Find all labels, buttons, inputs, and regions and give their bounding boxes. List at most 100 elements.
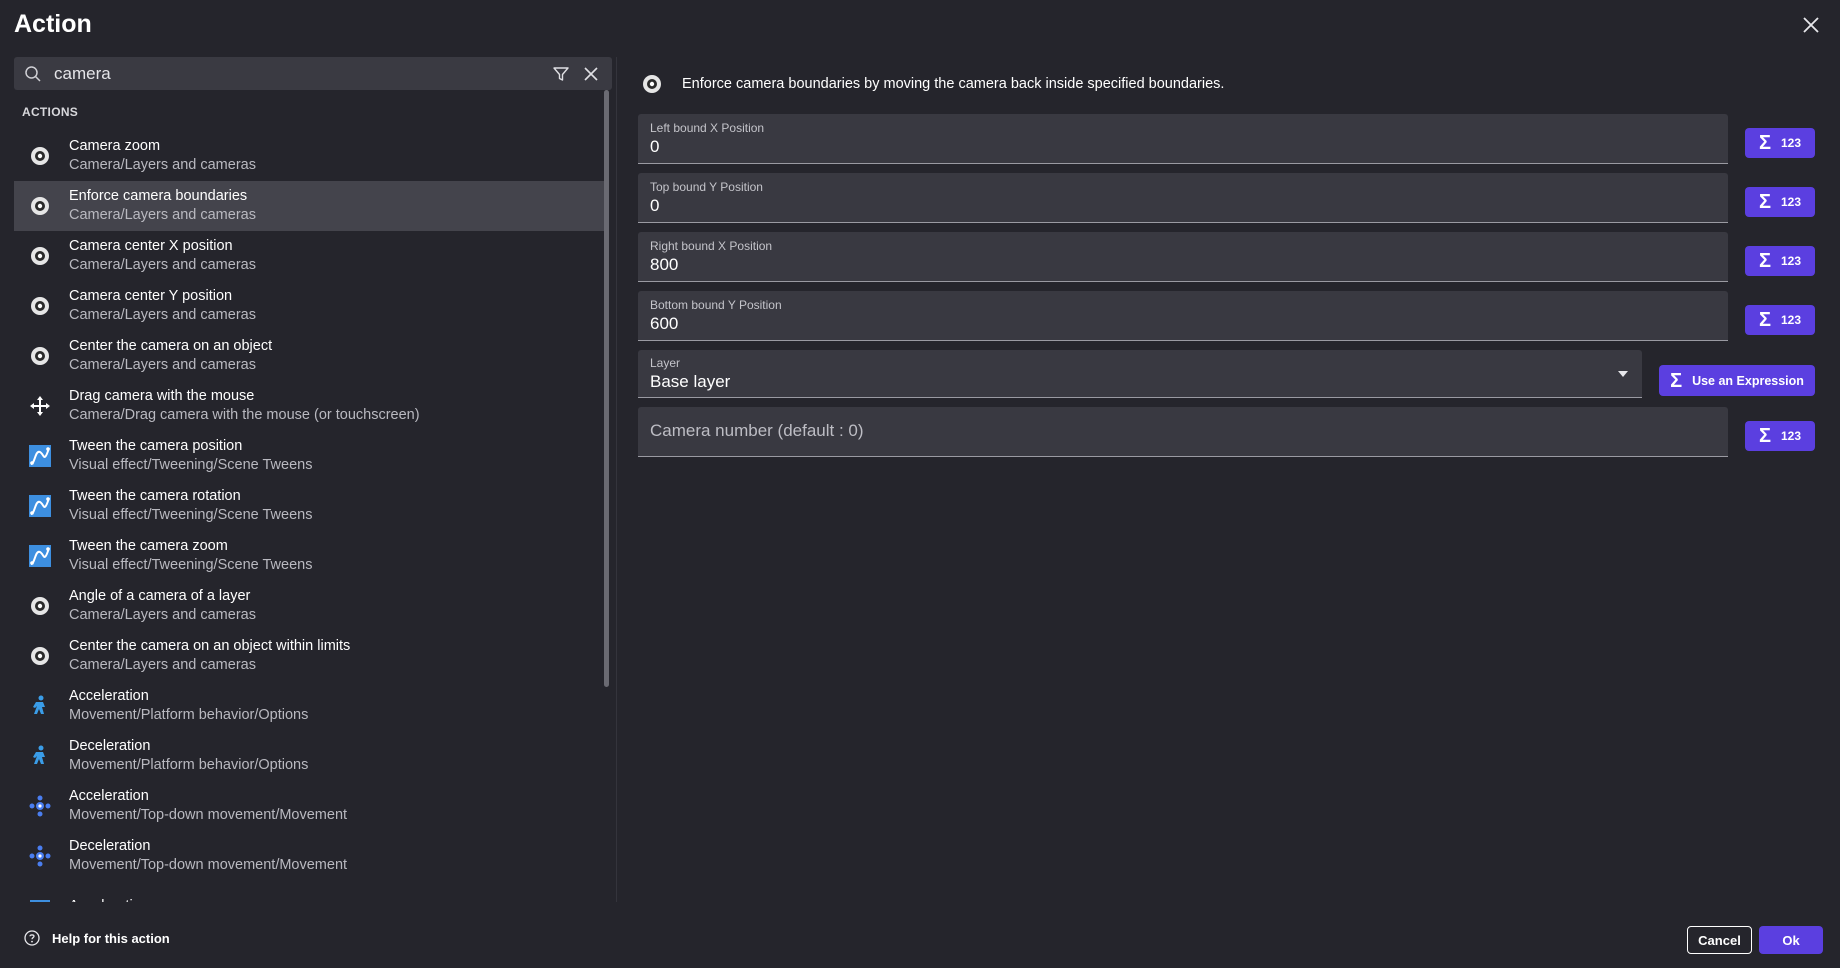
action-description: Enforce camera boundaries by moving the … — [640, 72, 1224, 96]
ok-button[interactable]: Ok — [1759, 926, 1823, 954]
list-item[interactable]: Tween the camera zoom Visual effect/Tween… — [14, 531, 604, 581]
list-item-text: Tween the camera zoom Visual effect/Tween… — [69, 537, 312, 575]
platformer-icon — [33, 745, 45, 764]
list-item-title: Acceleration — [69, 897, 149, 903]
param-input[interactable] — [650, 255, 1710, 275]
list-item-text: Camera zoom Camera/Layers and cameras — [69, 137, 256, 175]
sigma-icon: Σ — [1758, 132, 1771, 154]
list-item-path: Camera/Layers and cameras — [69, 357, 256, 373]
list-item[interactable]: Camera center X position Camera/Layers an… — [14, 231, 604, 281]
list-item-title: Angle of a camera of a layer — [69, 588, 251, 604]
list-item-title: Enforce camera boundaries — [69, 188, 248, 204]
list-item-path: Movement/Platform behavior/Options — [69, 707, 309, 723]
list-item-text: Tween the camera position Visual effect/T… — [69, 437, 312, 475]
help-label: Help for this action — [52, 930, 170, 946]
list-item[interactable]: Tween the camera position Visual effect/T… — [14, 431, 604, 481]
list-item[interactable]: Tween the camera rotation Visual effect/T… — [14, 481, 604, 531]
list-item-text: Camera center Y position Camera/Layers an… — [69, 287, 256, 325]
param-input[interactable] — [650, 314, 1710, 334]
param-input[interactable] — [650, 137, 1710, 157]
drag-arrows-icon — [30, 396, 50, 416]
help-link[interactable]: Help for this action — [24, 930, 170, 946]
param-label: Left bound X Position — [650, 121, 765, 135]
param-field[interactable]: Top bound Y Position — [638, 173, 1728, 223]
list-item-text: Acceleration — [69, 897, 149, 903]
topdown-icon — [29, 845, 51, 867]
section-label-actions: ACTIONS — [22, 105, 79, 119]
list-item-text: Deceleration Movement/Platform behavior/O… — [69, 737, 308, 775]
list-item[interactable]: Acceleration — [14, 881, 604, 902]
param-field[interactable]: Bottom bound Y Position — [638, 291, 1728, 341]
camera-number-placeholder: Camera number (default : 0) — [650, 421, 864, 440]
list-item[interactable]: Acceleration Movement/Platform behavior/O… — [14, 681, 604, 731]
list-item[interactable]: Drag camera with the mouse Camera/Drag ca… — [14, 381, 604, 431]
expression-button-label: 123 — [1780, 429, 1802, 443]
list-scrollbar[interactable] — [604, 90, 609, 687]
param-input[interactable] — [650, 196, 1710, 216]
list-item-path: Camera/Drag camera with the mouse (or to… — [69, 407, 420, 423]
layer-select[interactable]: Layer Base layer — [638, 350, 1642, 398]
action-list-panel: ACTIONS Camera zoom Camera/Layers and cam… — [14, 57, 612, 902]
list-item-path: Visual effect/Tweening/Scene Tweens — [69, 507, 313, 523]
filter-icon[interactable] — [552, 65, 570, 83]
list-item-path: Camera/Layers and cameras — [69, 307, 256, 323]
list-item-path: Camera/Layers and cameras — [69, 157, 256, 173]
dialog-title: Action — [14, 10, 92, 38]
list-item[interactable]: Enforce camera boundaries Camera/Layers a… — [14, 181, 604, 231]
list-item-title: Camera center X position — [69, 238, 233, 254]
list-item-title: Deceleration — [69, 738, 151, 754]
list-item-path: Camera/Layers and cameras — [69, 657, 256, 673]
list-item-text: Angle of a camera of a layer Camera/Layer… — [69, 587, 256, 625]
camera-icon — [31, 247, 49, 265]
list-item-path: Movement/Top-down movement/Movement — [69, 857, 348, 873]
param-field[interactable]: Right bound X Position — [638, 232, 1728, 282]
list-item[interactable]: Camera zoom Camera/Layers and cameras — [14, 131, 604, 181]
topdown-icon — [29, 795, 51, 817]
list-item-path: Camera/Layers and cameras — [69, 257, 256, 273]
list-item[interactable]: Camera center Y position Camera/Layers an… — [14, 281, 604, 331]
list-item[interactable]: Center the camera on an object Camera/Lay… — [14, 331, 604, 381]
search-bar — [14, 57, 612, 90]
search-input[interactable] — [54, 63, 552, 84]
list-item[interactable]: Angle of a camera of a layer Camera/Layer… — [14, 581, 604, 631]
camera-icon — [31, 347, 49, 365]
expression-button[interactable]: Σ 123 — [1745, 187, 1815, 217]
list-item[interactable]: Deceleration Movement/Platform behavior/O… — [14, 731, 604, 781]
camera-icon — [643, 75, 661, 93]
tween-icon — [29, 545, 51, 567]
camera-number-field[interactable]: Camera number (default : 0) — [638, 407, 1728, 457]
search-icon — [25, 65, 41, 82]
sigma-icon: Σ — [1758, 309, 1771, 331]
list-item-text: Deceleration Movement/Top-down movement/M… — [69, 837, 347, 875]
generic-icon — [30, 900, 50, 902]
list-item-title: Tween the camera position — [69, 438, 243, 454]
tween-icon — [29, 495, 51, 517]
param-label: Bottom bound Y Position — [650, 298, 782, 312]
camera-number-expression-button[interactable]: Σ 123 — [1745, 421, 1815, 451]
sigma-icon: Σ — [1758, 425, 1771, 447]
expression-button[interactable]: Σ 123 — [1745, 246, 1815, 276]
clear-search-icon[interactable] — [582, 65, 600, 83]
camera-icon — [31, 147, 49, 165]
list-item-text: Center the camera on an object Camera/Lay… — [69, 337, 272, 375]
list-item-text: Camera center X position Camera/Layers an… — [69, 237, 256, 275]
expression-button[interactable]: Σ 123 — [1745, 128, 1815, 158]
cancel-button[interactable]: Cancel — [1687, 926, 1752, 954]
list-item[interactable]: Center the camera on an object within li… — [14, 631, 604, 681]
camera-icon — [31, 197, 49, 215]
list-item[interactable]: Acceleration Movement/Top-down movement/M… — [14, 781, 604, 831]
list-item-path: Visual effect/Tweening/Scene Tweens — [69, 457, 313, 473]
action-list: Camera zoom Camera/Layers and cameras Enfo… — [14, 131, 604, 902]
layer-value: Base layer — [650, 372, 731, 391]
param-field[interactable]: Left bound X Position — [638, 114, 1728, 164]
list-item-path: Movement/Platform behavior/Options — [69, 757, 309, 773]
expression-button[interactable]: Σ 123 — [1745, 305, 1815, 335]
layer-label: Layer — [650, 356, 681, 370]
sigma-icon: Σ — [1758, 250, 1771, 272]
list-item[interactable]: Deceleration Movement/Top-down movement/M… — [14, 831, 604, 881]
use-expression-button[interactable]: Σ Use an Expression — [1659, 365, 1815, 396]
chevron-down-icon — [1618, 371, 1628, 377]
list-item-title: Tween the camera zoom — [69, 538, 228, 554]
expression-button-label: 123 — [1780, 195, 1802, 209]
close-icon[interactable] — [1800, 14, 1822, 36]
